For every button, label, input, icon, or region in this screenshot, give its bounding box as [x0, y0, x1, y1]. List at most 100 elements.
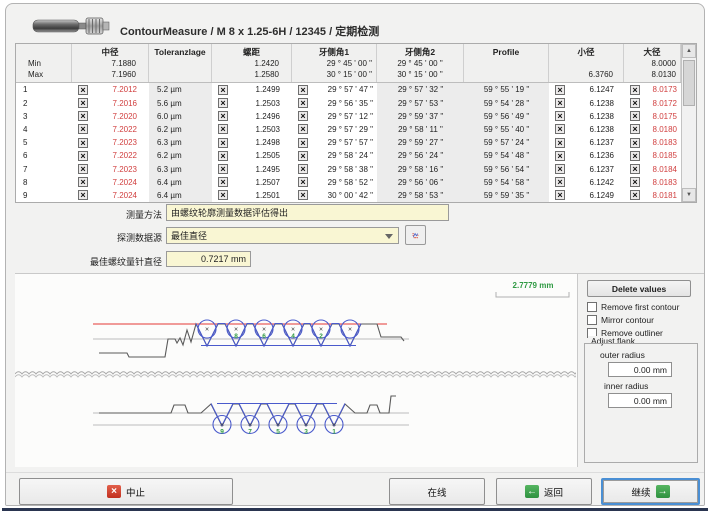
- row-checkbox-D[interactable]: ×: [630, 151, 640, 161]
- table-row[interactable]: 3×7.20206.0 µm×1.2496×29 ° 57 ' 12 "29 °…: [16, 110, 681, 123]
- value-tol: 5.2 µm: [149, 85, 212, 94]
- cell-d1: ×6.1238: [549, 110, 624, 123]
- row-checkbox-d1[interactable]: ×: [555, 177, 565, 187]
- method-field[interactable]: 由螺纹轮廓测量数据评估得出: [166, 204, 449, 221]
- checkbox-box[interactable]: [587, 302, 597, 312]
- table-row[interactable]: 2×7.20165.6 µm×1.2503×29 ° 56 ' 35 "29 °…: [16, 97, 681, 110]
- outer-radius-field[interactable]: 0.00 mm: [608, 362, 672, 377]
- row-checkbox-d1[interactable]: ×: [555, 164, 565, 174]
- row-checkbox-D[interactable]: ×: [630, 190, 640, 200]
- row-checkbox-d2[interactable]: ×: [78, 85, 88, 95]
- row-checkbox-d1[interactable]: ×: [555, 190, 565, 200]
- table-row[interactable]: 4×7.20226.2 µm×1.2503×29 ° 57 ' 29 "29 °…: [16, 123, 681, 136]
- cell-D: ×8.0172: [624, 97, 681, 110]
- scroll-up-icon[interactable]: ▲: [682, 44, 696, 58]
- row-checkbox-d2[interactable]: ×: [78, 151, 88, 161]
- row-checkbox-D[interactable]: ×: [630, 138, 640, 148]
- table-row[interactable]: 9×7.20246.4 µm×1.2501×30 ° 00 ' 42 "29 °…: [16, 189, 681, 202]
- row-checkbox-fa1[interactable]: ×: [298, 164, 308, 174]
- row-checkbox-d2[interactable]: ×: [78, 138, 88, 148]
- row-checkbox-d2[interactable]: ×: [78, 177, 88, 187]
- table-row[interactable]: 8×7.20246.4 µm×1.2507×29 ° 58 ' 52 "29 °…: [16, 176, 681, 189]
- cell-fa1: ×29 ° 57 ' 12 ": [292, 110, 377, 123]
- table-row[interactable]: 7×7.20236.3 µm×1.2495×29 ° 58 ' 38 "29 °…: [16, 162, 681, 175]
- next-button-label: 继续: [631, 485, 650, 499]
- row-checkbox-pitch[interactable]: ×: [218, 190, 228, 200]
- row-checkbox-d2[interactable]: ×: [78, 190, 88, 200]
- scroll-down-icon[interactable]: ▼: [682, 188, 696, 202]
- row-checkbox-pitch[interactable]: ×: [218, 177, 228, 187]
- row-checkbox-D[interactable]: ×: [630, 98, 640, 108]
- footer-bar: × 中止 在线 ← 返回 继续 →: [6, 472, 704, 506]
- panel-checkbox-2[interactable]: Mirror contour: [587, 315, 654, 325]
- row-checkbox-D[interactable]: ×: [630, 111, 640, 121]
- cell-fa1: ×29 ° 58 ' 52 ": [292, 176, 377, 189]
- cell-profile: 59 ° 56 ' 54 ": [464, 162, 549, 175]
- row-checkbox-fa1[interactable]: ×: [298, 124, 308, 134]
- next-button[interactable]: 继续 →: [601, 478, 700, 505]
- outer-radius-label: outer radius: [600, 350, 645, 360]
- table-row[interactable]: 1×7.20125.2 µm×1.2499×29 ° 57 ' 47 "29 °…: [16, 83, 681, 96]
- delete-values-button[interactable]: Delete values: [587, 280, 691, 297]
- online-button[interactable]: 在线: [389, 478, 485, 505]
- source-dropdown[interactable]: 最佳直径: [166, 227, 399, 244]
- abort-x-icon: ×: [107, 485, 121, 498]
- value-fa1: 29 ° 57 ' 57 ": [308, 138, 377, 147]
- header-minmax: MinMax: [16, 44, 72, 82]
- row-checkbox-D[interactable]: ×: [630, 164, 640, 174]
- row-checkbox-d1[interactable]: ×: [555, 98, 565, 108]
- row-checkbox-d2[interactable]: ×: [78, 164, 88, 174]
- row-checkbox-fa1[interactable]: ×: [298, 98, 308, 108]
- chevron-down-icon[interactable]: [385, 234, 393, 239]
- value-d2: 7.2023: [88, 138, 149, 147]
- panel-checkbox-1[interactable]: Remove first contour: [587, 302, 679, 312]
- row-checkbox-d1[interactable]: ×: [555, 138, 565, 148]
- row-checkbox-d1[interactable]: ×: [555, 124, 565, 134]
- inner-radius-field[interactable]: 0.00 mm: [608, 393, 672, 408]
- value-d1: 6.1242: [565, 178, 624, 187]
- row-checkbox-fa1[interactable]: ×: [298, 190, 308, 200]
- cell-d2: ×7.2024: [72, 176, 149, 189]
- wire-diameter-field[interactable]: 0.7217 mm: [166, 251, 251, 267]
- row-checkbox-d1[interactable]: ×: [555, 85, 565, 95]
- table-row[interactable]: 6×7.20226.2 µm×1.2505×29 ° 58 ' 24 "29 °…: [16, 149, 681, 162]
- row-checkbox-D[interactable]: ×: [630, 85, 640, 95]
- value-fa1: 29 ° 57 ' 12 ": [308, 112, 377, 121]
- row-checkbox-D[interactable]: ×: [630, 124, 640, 134]
- table-row[interactable]: 5×7.20236.3 µm×1.2498×29 ° 57 ' 57 "29 °…: [16, 136, 681, 149]
- value-fa2: 29 ° 57 ' 32 ": [377, 85, 464, 94]
- row-checkbox-D[interactable]: ×: [630, 177, 640, 187]
- cell-tol: 5.2 µm: [149, 83, 212, 96]
- back-button[interactable]: ← 返回: [496, 478, 592, 505]
- row-checkbox-pitch[interactable]: ×: [218, 138, 228, 148]
- row-checkbox-pitch[interactable]: ×: [218, 124, 228, 134]
- value-d1: 6.1237: [565, 165, 624, 174]
- row-checkbox-fa1[interactable]: ×: [298, 111, 308, 121]
- checkbox-box[interactable]: [587, 315, 597, 325]
- probe-points-button[interactable]: [405, 225, 426, 245]
- table-scrollbar[interactable]: ▲ ▼: [681, 44, 696, 202]
- row-checkbox-fa1[interactable]: ×: [298, 151, 308, 161]
- row-checkbox-pitch[interactable]: ×: [218, 111, 228, 121]
- row-checkbox-d2[interactable]: ×: [78, 98, 88, 108]
- row-checkbox-fa1[interactable]: ×: [298, 85, 308, 95]
- scrollbar-thumb[interactable]: [683, 60, 695, 106]
- value-pitch: 1.2507: [228, 178, 292, 187]
- probe-cross-marker: ×: [348, 327, 352, 334]
- row-checkbox-fa1[interactable]: ×: [298, 177, 308, 187]
- row-checkbox-pitch[interactable]: ×: [218, 164, 228, 174]
- row-checkbox-d1[interactable]: ×: [555, 151, 565, 161]
- value-d1: 6.1238: [565, 112, 624, 121]
- cell-fa1: ×29 ° 58 ' 24 ": [292, 149, 377, 162]
- value-fa2: 29 ° 56 ' 24 ": [377, 151, 464, 160]
- value-fa1: 29 ° 58 ' 52 ": [308, 178, 377, 187]
- row-checkbox-d2[interactable]: ×: [78, 111, 88, 121]
- row-checkbox-d1[interactable]: ×: [555, 111, 565, 121]
- abort-button[interactable]: × 中止: [19, 478, 233, 505]
- row-checkbox-fa1[interactable]: ×: [298, 138, 308, 148]
- row-checkbox-pitch[interactable]: ×: [218, 98, 228, 108]
- scrollbar-track[interactable]: [682, 58, 696, 188]
- row-checkbox-pitch[interactable]: ×: [218, 151, 228, 161]
- row-checkbox-d2[interactable]: ×: [78, 124, 88, 134]
- row-checkbox-pitch[interactable]: ×: [218, 85, 228, 95]
